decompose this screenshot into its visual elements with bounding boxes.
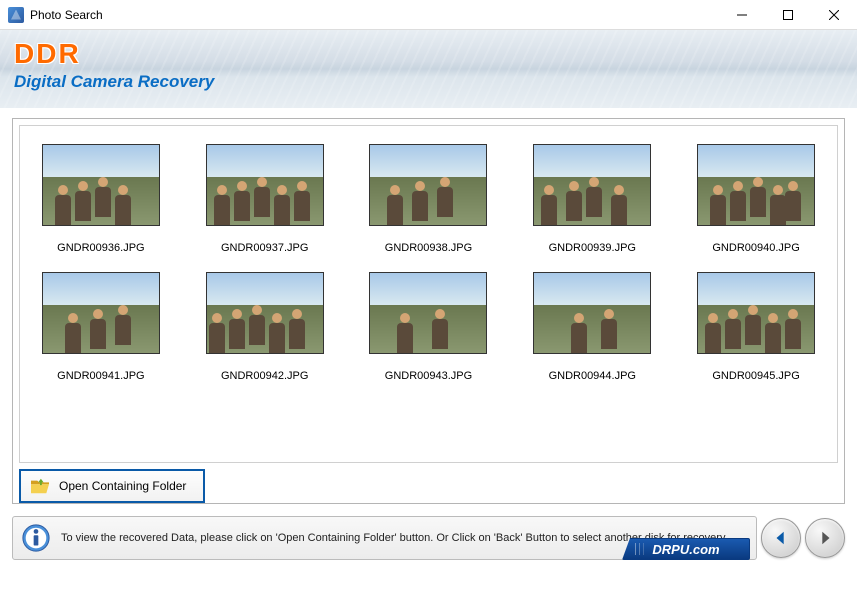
thumbnail-image: [697, 272, 815, 354]
thumbnail-image: [369, 272, 487, 354]
thumbnail-filename: GNDR00939.JPG: [549, 242, 636, 254]
thumbnail-item[interactable]: GNDR00941.JPG: [34, 272, 168, 382]
open-containing-folder-button[interactable]: Open Containing Folder: [19, 469, 205, 503]
logo-text: DDR: [14, 38, 843, 70]
thumbnail-item[interactable]: GNDR00942.JPG: [198, 272, 332, 382]
info-icon: [21, 523, 51, 553]
thumbnail-filename: GNDR00937.JPG: [221, 242, 308, 254]
thumbnail-image: [697, 144, 815, 226]
footer: To view the recovered Data, please click…: [0, 510, 857, 566]
thumbnail-item[interactable]: GNDR00944.JPG: [525, 272, 659, 382]
forward-button[interactable]: [805, 518, 845, 558]
thumbnail-item[interactable]: GNDR00940.JPG: [689, 144, 823, 254]
thumbnail-image: [206, 144, 324, 226]
thumbnail-filename: GNDR00941.JPG: [57, 370, 144, 382]
thumbnail-image: [369, 144, 487, 226]
window-title: Photo Search: [30, 8, 103, 22]
thumbnail-item[interactable]: GNDR00936.JPG: [34, 144, 168, 254]
thumbnail-grid: GNDR00936.JPG GNDR00937.JPG GNDR00938.JPG G…: [34, 144, 823, 382]
titlebar: Photo Search: [0, 0, 857, 30]
maximize-button[interactable]: [765, 0, 811, 30]
close-button[interactable]: [811, 0, 857, 30]
app-subtitle: Digital Camera Recovery: [14, 72, 843, 92]
info-bar: To view the recovered Data, please click…: [12, 516, 757, 560]
thumbnail-item[interactable]: GNDR00945.JPG: [689, 272, 823, 382]
gallery-frame: GNDR00936.JPG GNDR00937.JPG GNDR00938.JPG G…: [12, 118, 845, 504]
minimize-button[interactable]: [719, 0, 765, 30]
gallery-scroll[interactable]: GNDR00936.JPG GNDR00937.JPG GNDR00938.JPG G…: [19, 125, 838, 463]
thumbnail-filename: GNDR00936.JPG: [57, 242, 144, 254]
content-area: GNDR00936.JPG GNDR00937.JPG GNDR00938.JPG G…: [0, 108, 857, 510]
thumbnail-image: [42, 272, 160, 354]
open-folder-label: Open Containing Folder: [59, 479, 186, 493]
thumbnail-item[interactable]: GNDR00939.JPG: [525, 144, 659, 254]
thumbnail-image: [206, 272, 324, 354]
thumbnail-filename: GNDR00942.JPG: [221, 370, 308, 382]
thumbnail-filename: GNDR00943.JPG: [385, 370, 472, 382]
thumbnail-filename: GNDR00945.JPG: [712, 370, 799, 382]
thumbnail-filename: GNDR00944.JPG: [549, 370, 636, 382]
thumbnail-image: [42, 144, 160, 226]
thumbnail-image: [533, 272, 651, 354]
folder-open-icon: [29, 477, 51, 495]
thumbnail-filename: GNDR00940.JPG: [712, 242, 799, 254]
drpu-badge[interactable]: DRPU.com: [622, 538, 750, 560]
thumbnail-item[interactable]: GNDR00937.JPG: [198, 144, 332, 254]
header-banner: DDR Digital Camera Recovery: [0, 30, 857, 108]
back-button[interactable]: [761, 518, 801, 558]
window-controls: [719, 0, 857, 30]
thumbnail-filename: GNDR00938.JPG: [385, 242, 472, 254]
app-icon: [8, 7, 24, 23]
thumbnail-item[interactable]: GNDR00943.JPG: [362, 272, 496, 382]
thumbnail-image: [533, 144, 651, 226]
thumbnail-item[interactable]: GNDR00938.JPG: [362, 144, 496, 254]
